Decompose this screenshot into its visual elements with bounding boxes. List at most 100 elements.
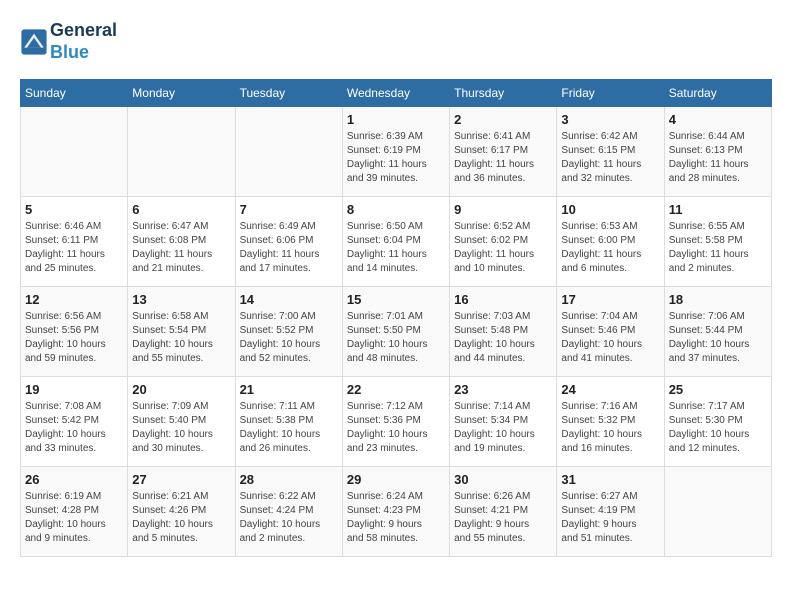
day-number: 19	[25, 382, 123, 397]
day-cell: 8 Sunrise: 6:50 AM Sunset: 6:04 PM Daylig…	[342, 197, 449, 287]
day-cell: 7 Sunrise: 6:49 AM Sunset: 6:06 PM Daylig…	[235, 197, 342, 287]
day-number: 13	[132, 292, 230, 307]
day-info: Sunrise: 6:49 AM Sunset: 6:06 PM Dayligh…	[240, 220, 338, 276]
day-number: 24	[561, 382, 659, 397]
day-number: 5	[25, 202, 123, 217]
weekday-header-wednesday: Wednesday	[342, 80, 449, 107]
day-number: 28	[240, 472, 338, 487]
day-cell: 16 Sunrise: 7:03 AM Sunset: 5:48 PM Dayli…	[450, 287, 557, 377]
day-number: 11	[669, 202, 767, 217]
day-cell: 24 Sunrise: 7:16 AM Sunset: 5:32 PM Dayli…	[557, 377, 664, 467]
day-number: 21	[240, 382, 338, 397]
day-cell: 6Sunrise: 6:47 AM Sunset: 6:08 PM Daylig…	[128, 197, 235, 287]
week-row-1: 1 Sunrise: 6:39 AM Sunset: 6:19 PM Daylig…	[21, 107, 772, 197]
day-cell: 14Sunrise: 7:00 AM Sunset: 5:52 PM Dayli…	[235, 287, 342, 377]
day-info: Sunrise: 6:44 AM Sunset: 6:13 PM Dayligh…	[669, 130, 767, 186]
day-cell	[664, 467, 771, 557]
weekday-header-tuesday: Tuesday	[235, 80, 342, 107]
day-cell: 5 Sunrise: 6:46 AM Sunset: 6:11 PM Daylig…	[21, 197, 128, 287]
day-info: Sunrise: 6:52 AM Sunset: 6:02 PM Dayligh…	[454, 220, 552, 276]
day-info: Sunrise: 6:47 AM Sunset: 6:08 PM Dayligh…	[132, 220, 230, 276]
day-info: Sunrise: 7:17 AM Sunset: 5:30 PM Dayligh…	[669, 400, 767, 456]
day-info: Sunrise: 7:00 AM Sunset: 5:52 PM Dayligh…	[240, 310, 338, 366]
day-cell: 10Sunrise: 6:53 AM Sunset: 6:00 PM Dayli…	[557, 197, 664, 287]
calendar-table: SundayMondayTuesdayWednesdayThursdayFrid…	[20, 79, 772, 557]
day-info: Sunrise: 7:09 AM Sunset: 5:40 PM Dayligh…	[132, 400, 230, 456]
day-number: 17	[561, 292, 659, 307]
day-cell: 12 Sunrise: 6:56 AM Sunset: 5:56 PM Dayli…	[21, 287, 128, 377]
day-cell: 1 Sunrise: 6:39 AM Sunset: 6:19 PM Daylig…	[342, 107, 449, 197]
day-cell: 26Sunrise: 6:19 AM Sunset: 4:28 PM Dayli…	[21, 467, 128, 557]
day-info: Sunrise: 7:16 AM Sunset: 5:32 PM Dayligh…	[561, 400, 659, 456]
day-info: Sunrise: 6:55 AM Sunset: 5:58 PM Dayligh…	[669, 220, 767, 276]
day-info: Sunrise: 6:56 AM Sunset: 5:56 PM Dayligh…	[25, 310, 123, 366]
day-cell: 13 Sunrise: 6:58 AM Sunset: 5:54 PM Dayli…	[128, 287, 235, 377]
day-info: Sunrise: 6:21 AM Sunset: 4:26 PM Dayligh…	[132, 490, 230, 546]
day-info: Sunrise: 6:42 AM Sunset: 6:15 PM Dayligh…	[561, 130, 659, 186]
day-number: 25	[669, 382, 767, 397]
day-cell	[21, 107, 128, 197]
day-number: 9	[454, 202, 552, 217]
day-number: 27	[132, 472, 230, 487]
day-number: 10	[561, 202, 659, 217]
day-cell: 19 Sunrise: 7:08 AM Sunset: 5:42 PM Dayli…	[21, 377, 128, 467]
week-row-4: 19 Sunrise: 7:08 AM Sunset: 5:42 PM Dayli…	[21, 377, 772, 467]
day-info: Sunrise: 6:58 AM Sunset: 5:54 PM Dayligh…	[132, 310, 230, 366]
page-header: General Blue	[20, 20, 772, 63]
day-cell: 29 Sunrise: 6:24 AM Sunset: 4:23 PM Dayli…	[342, 467, 449, 557]
day-number: 7	[240, 202, 338, 217]
day-info: Sunrise: 7:12 AM Sunset: 5:36 PM Dayligh…	[347, 400, 445, 456]
weekday-header-friday: Friday	[557, 80, 664, 107]
day-number: 1	[347, 112, 445, 127]
week-row-2: 5 Sunrise: 6:46 AM Sunset: 6:11 PM Daylig…	[21, 197, 772, 287]
weekday-header-sunday: Sunday	[21, 80, 128, 107]
day-info: Sunrise: 6:24 AM Sunset: 4:23 PM Dayligh…	[347, 490, 445, 546]
day-info: Sunrise: 6:41 AM Sunset: 6:17 PM Dayligh…	[454, 130, 552, 186]
day-number: 4	[669, 112, 767, 127]
day-number: 3	[561, 112, 659, 127]
day-cell: 22Sunrise: 7:12 AM Sunset: 5:36 PM Dayli…	[342, 377, 449, 467]
day-number: 20	[132, 382, 230, 397]
day-number: 26	[25, 472, 123, 487]
day-cell: 27 Sunrise: 6:21 AM Sunset: 4:26 PM Dayli…	[128, 467, 235, 557]
day-cell: 9 Sunrise: 6:52 AM Sunset: 6:02 PM Daylig…	[450, 197, 557, 287]
logo-text: General Blue	[50, 20, 117, 63]
day-info: Sunrise: 6:50 AM Sunset: 6:04 PM Dayligh…	[347, 220, 445, 276]
day-number: 29	[347, 472, 445, 487]
day-number: 12	[25, 292, 123, 307]
weekday-header-saturday: Saturday	[664, 80, 771, 107]
day-info: Sunrise: 7:14 AM Sunset: 5:34 PM Dayligh…	[454, 400, 552, 456]
day-cell: 25 Sunrise: 7:17 AM Sunset: 5:30 PM Dayli…	[664, 377, 771, 467]
day-number: 16	[454, 292, 552, 307]
day-info: Sunrise: 6:39 AM Sunset: 6:19 PM Dayligh…	[347, 130, 445, 186]
day-cell: 11 Sunrise: 6:55 AM Sunset: 5:58 PM Dayli…	[664, 197, 771, 287]
day-number: 23	[454, 382, 552, 397]
day-cell: 21 Sunrise: 7:11 AM Sunset: 5:38 PM Dayli…	[235, 377, 342, 467]
day-number: 8	[347, 202, 445, 217]
weekday-header-monday: Monday	[128, 80, 235, 107]
day-info: Sunrise: 7:03 AM Sunset: 5:48 PM Dayligh…	[454, 310, 552, 366]
day-cell	[235, 107, 342, 197]
day-info: Sunrise: 6:46 AM Sunset: 6:11 PM Dayligh…	[25, 220, 123, 276]
day-number: 31	[561, 472, 659, 487]
weekday-header-thursday: Thursday	[450, 80, 557, 107]
day-cell: 3 Sunrise: 6:42 AM Sunset: 6:15 PM Daylig…	[557, 107, 664, 197]
day-cell: 28Sunrise: 6:22 AM Sunset: 4:24 PM Dayli…	[235, 467, 342, 557]
week-row-3: 12 Sunrise: 6:56 AM Sunset: 5:56 PM Dayli…	[21, 287, 772, 377]
day-number: 2	[454, 112, 552, 127]
day-cell: 2 Sunrise: 6:41 AM Sunset: 6:17 PM Daylig…	[450, 107, 557, 197]
day-info: Sunrise: 6:27 AM Sunset: 4:19 PM Dayligh…	[561, 490, 659, 546]
day-info: Sunrise: 7:04 AM Sunset: 5:46 PM Dayligh…	[561, 310, 659, 366]
day-cell: 31 Sunrise: 6:27 AM Sunset: 4:19 PM Dayli…	[557, 467, 664, 557]
day-cell: 18 Sunrise: 7:06 AM Sunset: 5:44 PM Dayli…	[664, 287, 771, 377]
day-cell: 20 Sunrise: 7:09 AM Sunset: 5:40 PM Dayli…	[128, 377, 235, 467]
day-info: Sunrise: 7:06 AM Sunset: 5:44 PM Dayligh…	[669, 310, 767, 366]
day-cell	[128, 107, 235, 197]
day-number: 30	[454, 472, 552, 487]
day-cell: 17 Sunrise: 7:04 AM Sunset: 5:46 PM Dayli…	[557, 287, 664, 377]
logo: General Blue	[20, 20, 117, 63]
day-info: Sunrise: 7:11 AM Sunset: 5:38 PM Dayligh…	[240, 400, 338, 456]
day-info: Sunrise: 6:26 AM Sunset: 4:21 PM Dayligh…	[454, 490, 552, 546]
day-number: 18	[669, 292, 767, 307]
day-info: Sunrise: 7:08 AM Sunset: 5:42 PM Dayligh…	[25, 400, 123, 456]
